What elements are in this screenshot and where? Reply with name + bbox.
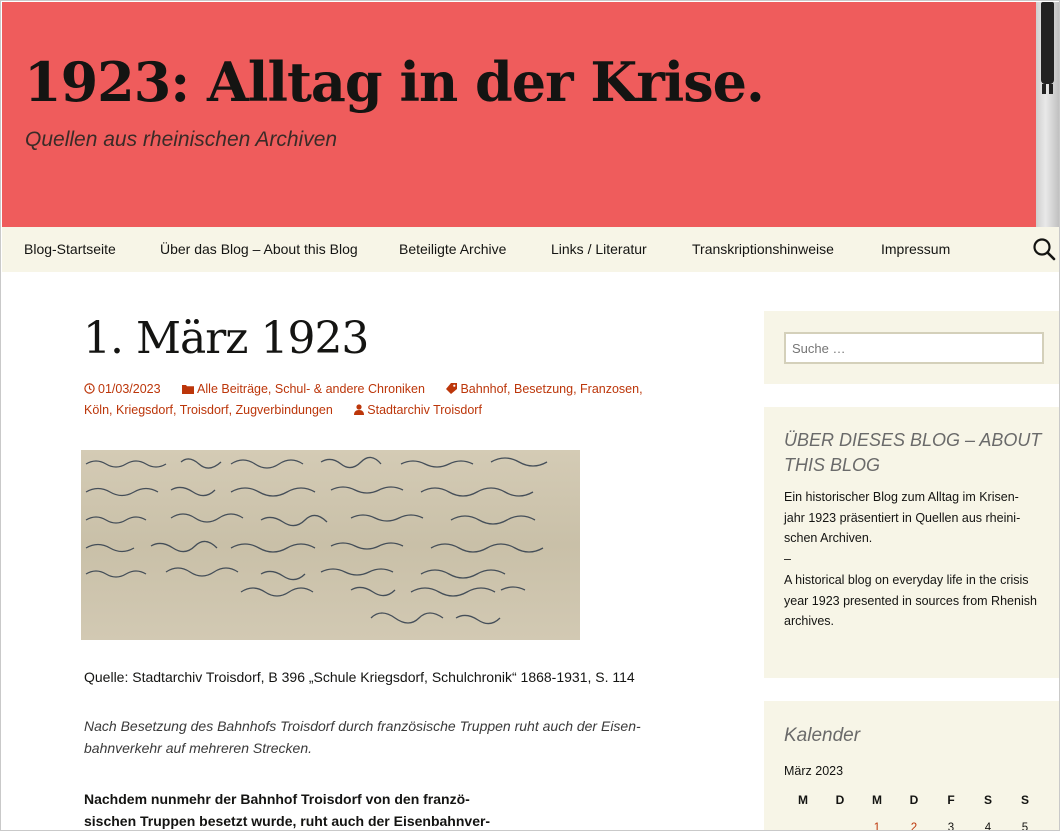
image-caption: Quelle: Stadtarchiv Troisdorf, B 396 „Sc… (84, 669, 635, 685)
calendar-widget-title: Kalender (784, 725, 861, 746)
calendar-day[interactable]: 2 (904, 822, 924, 830)
person-leg-right (1049, 84, 1053, 94)
calendar-weekday: D (835, 793, 845, 807)
about-line: A historical blog on everyday life in th… (784, 572, 1029, 587)
calendar-weekday: D (909, 793, 919, 807)
calendar-weekday: M (872, 793, 882, 807)
main-navigation: Blog-Startseite Über das Blog – About th… (2, 227, 1059, 272)
calendar-weekday: M (798, 793, 808, 807)
about-widget-title: ÜBER DIESES BLOG – ABOUT THIS BLOG (784, 430, 1042, 475)
calendar-day: 3 (947, 822, 955, 831)
tag-link[interactable]: Bahnhof (460, 382, 507, 396)
post-meta-line-1: 01/03/2023 Alle Beiträge, Schul- & ander… (84, 382, 643, 397)
nav-item-blog-startseite[interactable]: Blog-Startseite (24, 241, 116, 257)
person-leg-left (1042, 84, 1046, 94)
browser-viewport: 1923: Alltag in der Krise. Quellen aus r… (0, 0, 1060, 831)
site-description: Quellen aus rheinischen Archiven (25, 128, 338, 151)
tag-link[interactable]: Zugverbindungen (236, 403, 333, 417)
lead-line: bahnverkehr auf mehreren Strecken. (84, 740, 313, 756)
calendar-day: 4 (984, 822, 992, 831)
post-lead: Nach Besetzung des Bahnhofs Troisdorf du… (84, 715, 684, 759)
search-widget (764, 311, 1059, 384)
site-header: 1923: Alltag in der Krise. Quellen aus r… (2, 2, 1059, 227)
body-line: sischen Truppen besetzt wurde, ruht auch… (84, 813, 491, 829)
manuscript-image[interactable] (81, 450, 580, 640)
tag-link[interactable]: Franzosen (580, 382, 639, 396)
person-figure (1041, 2, 1054, 84)
tag-icon (446, 383, 458, 397)
nav-item-archive[interactable]: Beteiligte Archive (399, 241, 506, 257)
category-link[interactable]: Schul- & andere Chroniken (275, 382, 425, 396)
calendar-month: März 2023 (784, 764, 844, 778)
body-line: Nachdem nunmehr der Bahnhof Troisdorf vo… (84, 791, 470, 807)
site-title[interactable]: 1923: Alltag in der Krise. (24, 50, 765, 114)
calendar-widget: Kalender März 2023 M D M D F S S 1 2 3 4… (764, 701, 1059, 831)
header-photo (1036, 2, 1059, 227)
about-line: year 1923 presented in sources from Rhen… (784, 593, 1037, 608)
category-link[interactable]: Alle Beiträge (197, 382, 268, 396)
post-author[interactable]: Stadtarchiv Troisdorf (367, 403, 482, 417)
calendar-weekday: S (983, 793, 992, 807)
nav-item-about[interactable]: Über das Blog – About this Blog (160, 241, 358, 257)
lead-line: Nach Besetzung des Bahnhofs Troisdorf du… (84, 718, 641, 734)
about-line: schen Archiven. (784, 531, 873, 546)
tag-link[interactable]: Kriegsdorf (116, 403, 173, 417)
calendar-day: 5 (1021, 822, 1029, 831)
tag-link[interactable]: Troisdorf (180, 403, 229, 417)
calendar-weekday: S (1020, 793, 1029, 807)
tag-link[interactable]: Köln (84, 403, 109, 417)
about-separator: – (784, 552, 791, 567)
sidebar-search-input[interactable] (784, 332, 1044, 364)
calendar-weekday: F (947, 793, 955, 807)
post-title[interactable]: 1. März 1923 (83, 313, 369, 364)
about-line: Ein historischer Blog zum Alltag im Kris… (784, 490, 1019, 504)
user-icon (354, 404, 365, 418)
post-body-bold: Nachdem nunmehr der Bahnhof Troisdorf vo… (84, 788, 514, 830)
nav-item-impressum[interactable]: Impressum (881, 241, 950, 257)
search-icon[interactable] (1032, 237, 1056, 261)
about-widget: ÜBER DIESES BLOG – ABOUT THIS BLOG Ein h… (764, 407, 1059, 678)
post-meta-line-2: Köln, Kriegsdorf, Troisdorf, Zugverbindu… (84, 403, 482, 418)
about-line: archives. (784, 614, 835, 629)
about-line: jahr 1923 präsentiert in Quellen aus rhe… (784, 510, 1021, 525)
post-date[interactable]: 01/03/2023 (98, 382, 161, 396)
clock-icon (84, 383, 95, 397)
about-text-german: Ein historischer Blog zum Alltag im Kris… (784, 487, 1052, 632)
calendar-day[interactable]: 1 (867, 822, 887, 830)
nav-item-links[interactable]: Links / Literatur (551, 241, 647, 257)
nav-item-transkription[interactable]: Transkriptionshinweise (692, 241, 834, 257)
tag-link[interactable]: Besetzung (514, 382, 573, 396)
folder-icon (182, 383, 195, 397)
